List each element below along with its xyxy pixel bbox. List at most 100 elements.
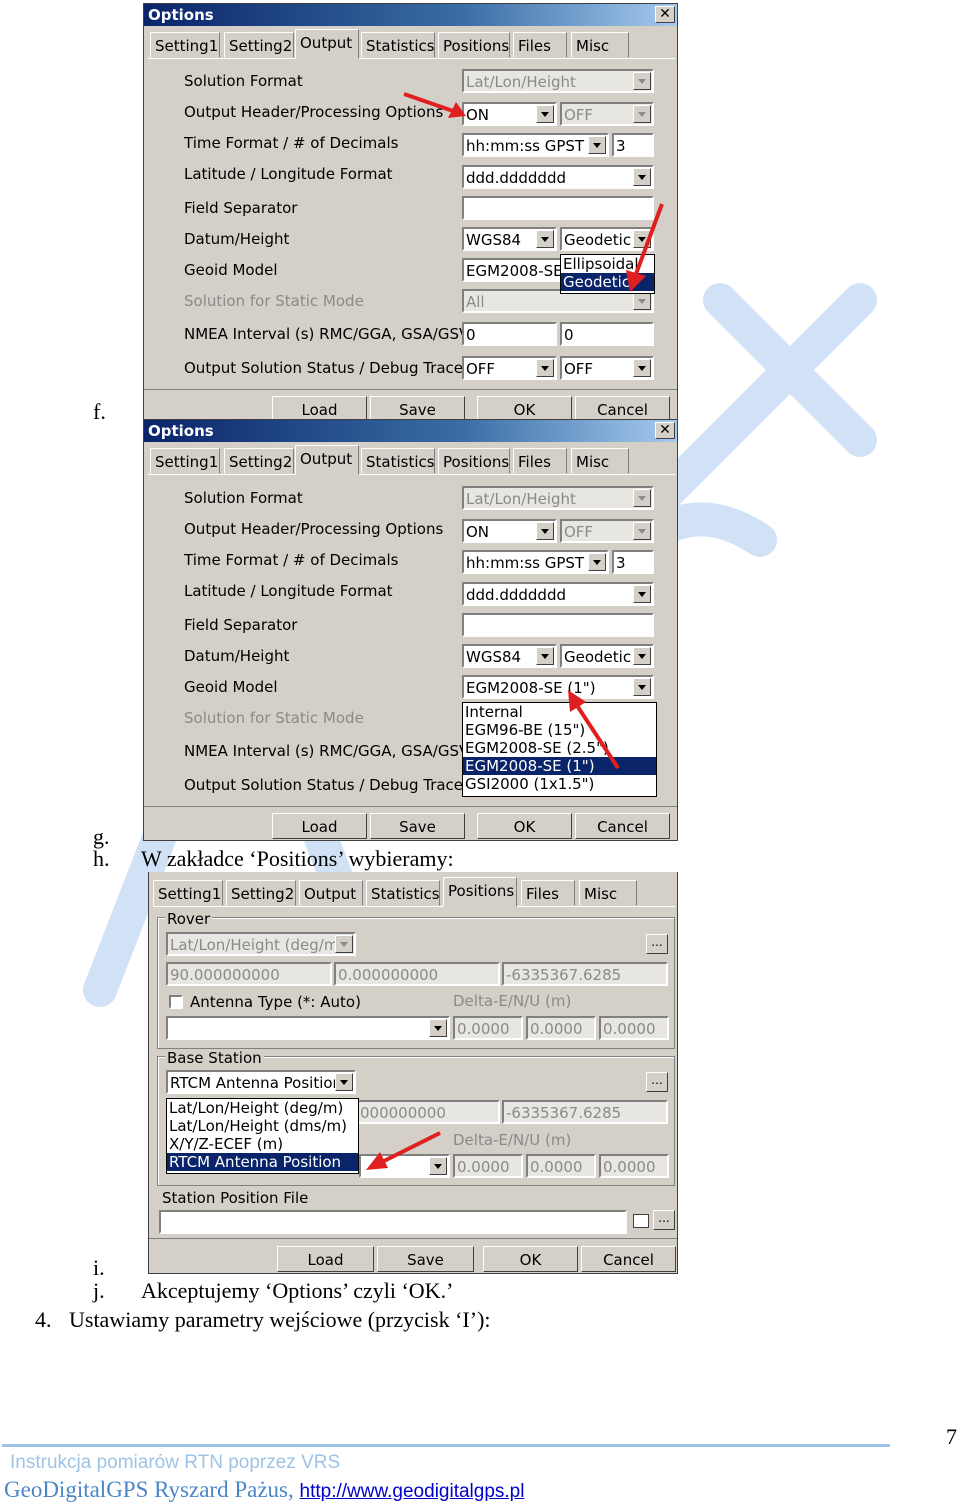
base-antenna-select[interactable] xyxy=(359,1154,450,1178)
geoid-option-internal[interactable]: Internal xyxy=(463,703,656,721)
base-delta-u-input[interactable]: 0.0000 xyxy=(599,1154,669,1178)
ok-button[interactable]: OK xyxy=(477,396,572,420)
rover-lon-input[interactable]: 0.000000000 xyxy=(334,962,500,986)
solution-status-select[interactable]: OFF xyxy=(462,356,557,380)
load-button[interactable]: Load xyxy=(272,396,367,420)
time-format-select[interactable]: hh:mm:ss GPST xyxy=(462,133,609,157)
tab-statistics[interactable]: Statistics xyxy=(361,32,435,58)
cancel-button[interactable]: Cancel xyxy=(575,813,670,839)
tab-setting2[interactable]: Setting2 xyxy=(224,448,294,474)
tab-misc[interactable]: Misc xyxy=(579,880,637,906)
tab-positions[interactable]: Positions xyxy=(438,32,510,58)
base-browse-button[interactable]: ... xyxy=(646,1072,668,1092)
rover-height-input[interactable]: -6335367.6285 xyxy=(502,962,668,986)
solution-status-value: OFF xyxy=(466,360,496,378)
base-delta-n-input[interactable]: 0.0000 xyxy=(526,1154,596,1178)
footer-url-link[interactable]: http://www.geodigitalgps.pl xyxy=(300,1481,525,1502)
rover-antenna-select[interactable] xyxy=(166,1016,450,1040)
tab-setting1[interactable]: Setting1 xyxy=(150,448,220,474)
chevron-down-icon xyxy=(536,647,554,665)
load-button[interactable]: Load xyxy=(277,1246,374,1272)
base-option-xyz-ecef[interactable]: X/Y/Z-ECEF (m) xyxy=(167,1135,358,1153)
tab-setting1[interactable]: Setting1 xyxy=(153,880,223,906)
tab-output[interactable]: Output xyxy=(295,29,359,59)
datum-value: WGS84 xyxy=(466,231,522,249)
save-button[interactable]: Save xyxy=(370,396,465,420)
processing-options-value: OFF xyxy=(564,106,594,124)
field-separator-input[interactable] xyxy=(462,613,654,637)
geoid-option-egm2008-1[interactable]: EGM2008-SE (1") xyxy=(463,757,656,775)
geoid-option-gsi2000[interactable]: GSI2000 (1x1.5") xyxy=(463,775,656,793)
rover-delta-u-input[interactable]: 0.0000 xyxy=(599,1016,669,1040)
nmea-rmc-input[interactable]: 0 xyxy=(462,322,557,346)
geoid-model-select[interactable]: EGM2008-SE (1") xyxy=(462,675,654,699)
tab-files[interactable]: Files xyxy=(513,448,567,474)
base-option-latlon-deg[interactable]: Lat/Lon/Height (deg/m) xyxy=(167,1099,358,1117)
geoid-option-egm96[interactable]: EGM96-BE (15") xyxy=(463,721,656,739)
rover-delta-n-input[interactable]: 0.0000 xyxy=(526,1016,596,1040)
tab-output[interactable]: Output xyxy=(299,880,363,906)
debug-trace-select[interactable]: OFF xyxy=(560,356,654,380)
rover-position-type-select[interactable]: Lat/Lon/Height (deg/m) xyxy=(166,932,356,956)
tab-files[interactable]: Files xyxy=(521,880,575,906)
geoid-dropdown-list: Internal EGM96-BE (15") EGM2008-SE (2.5"… xyxy=(462,702,657,797)
station-position-file-input[interactable] xyxy=(159,1210,627,1234)
latlon-format-select[interactable]: ddd.ddddddd xyxy=(462,582,654,606)
time-format-select[interactable]: hh:mm:ss GPST xyxy=(462,550,609,574)
decimals-input[interactable]: 3 xyxy=(612,550,654,574)
processing-options-select[interactable]: OFF xyxy=(560,519,654,543)
close-button[interactable]: ✕ xyxy=(655,422,675,439)
rover-antenna-checkbox[interactable] xyxy=(169,995,183,1009)
output-header-select[interactable]: ON xyxy=(462,102,557,126)
decimals-input[interactable]: 3 xyxy=(612,133,654,157)
close-button[interactable]: ✕ xyxy=(655,6,675,23)
tab-setting1[interactable]: Setting1 xyxy=(150,32,220,58)
tab-statistics[interactable]: Statistics xyxy=(361,448,435,474)
label-field-separator: Field Separator xyxy=(184,199,298,217)
rover-browse-button[interactable]: ... xyxy=(646,934,668,954)
output-header-select[interactable]: ON xyxy=(462,519,557,543)
ok-button[interactable]: OK xyxy=(483,1246,578,1272)
solution-format-select[interactable]: Lat/Lon/Height xyxy=(462,69,654,93)
list-marker-i: i. xyxy=(93,1255,105,1280)
base-height-input[interactable]: -6335367.6285 xyxy=(502,1100,668,1124)
label-field-separator: Field Separator xyxy=(184,616,298,634)
tab-output[interactable]: Output xyxy=(295,445,359,475)
base-option-latlon-dms[interactable]: Lat/Lon/Height (dms/m) xyxy=(167,1117,358,1135)
paragraph-positions-tab: W zakładce ‘Positions’ wybieramy: xyxy=(141,846,454,871)
processing-options-select[interactable]: OFF xyxy=(560,102,654,126)
tab-positions[interactable]: Positions xyxy=(438,448,510,474)
ok-button[interactable]: OK xyxy=(477,813,572,839)
base-delta-e-input[interactable]: 0.0000 xyxy=(453,1154,523,1178)
base-position-type-select[interactable]: RTCM Antenna Position xyxy=(166,1070,356,1094)
tab-misc[interactable]: Misc xyxy=(571,32,629,58)
save-button[interactable]: Save xyxy=(377,1246,474,1272)
tab-files[interactable]: Files xyxy=(513,32,567,58)
solution-format-select[interactable]: Lat/Lon/Height xyxy=(462,486,654,510)
load-button[interactable]: Load xyxy=(272,813,367,839)
tab-setting2[interactable]: Setting2 xyxy=(226,880,296,906)
tab-setting2[interactable]: Setting2 xyxy=(224,32,294,58)
height-option-geodetic[interactable]: Geodetic xyxy=(561,273,654,291)
latlon-format-select[interactable]: ddd.ddddddd xyxy=(462,165,654,189)
rover-delta-e-input[interactable]: 0.0000 xyxy=(453,1016,523,1040)
geoid-option-egm2008-25[interactable]: EGM2008-SE (2.5") xyxy=(463,739,656,757)
debug-trace-value: OFF xyxy=(564,360,594,378)
save-button[interactable]: Save xyxy=(370,813,465,839)
tab-positions[interactable]: Positions xyxy=(443,877,517,907)
base-option-rtcm[interactable]: RTCM Antenna Position xyxy=(167,1153,358,1171)
field-separator-input[interactable] xyxy=(462,196,654,220)
cancel-button[interactable]: Cancel xyxy=(575,396,670,420)
height-select[interactable]: Geodetic xyxy=(560,227,654,251)
file-view-icon[interactable] xyxy=(633,1214,649,1228)
tab-statistics[interactable]: Statistics xyxy=(366,880,440,906)
cancel-button[interactable]: Cancel xyxy=(581,1246,676,1272)
height-select[interactable]: Geodetic xyxy=(560,644,654,668)
datum-select[interactable]: WGS84 xyxy=(462,227,557,251)
rover-lat-input[interactable]: 90.000000000 xyxy=(166,962,332,986)
datum-select[interactable]: WGS84 xyxy=(462,644,557,668)
nmea-gsa-input[interactable]: 0 xyxy=(560,322,654,346)
station-file-browse-button[interactable]: ... xyxy=(653,1210,675,1230)
tab-misc[interactable]: Misc xyxy=(571,448,629,474)
height-option-ellipsoidal[interactable]: Ellipsoidal xyxy=(561,255,654,273)
